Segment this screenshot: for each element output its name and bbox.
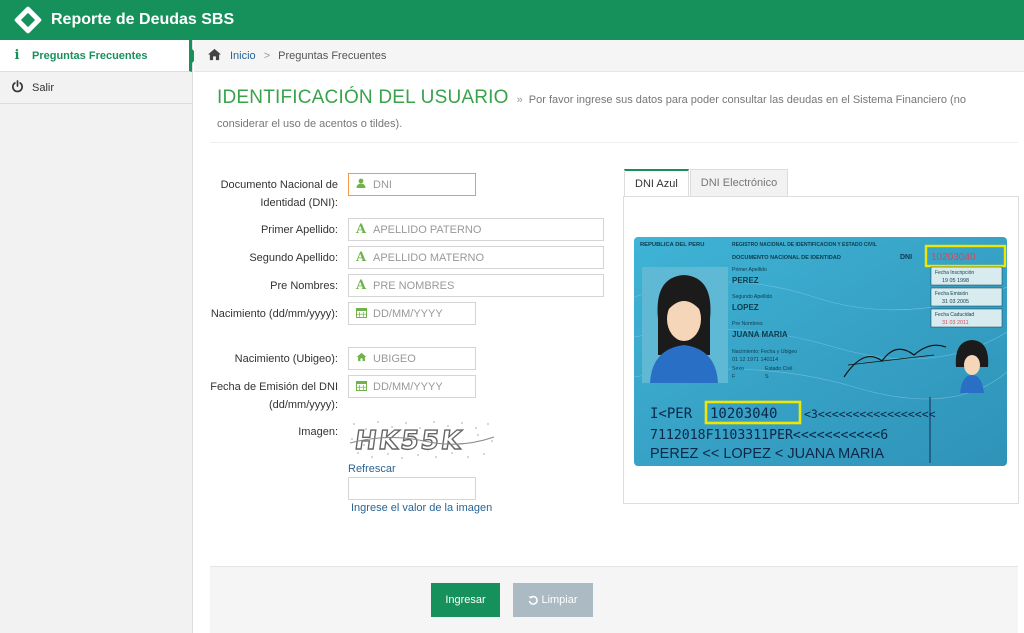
refresh-captcha-link[interactable]: Refrescar	[348, 463, 396, 475]
tab-dni-azul[interactable]: DNI Azul	[624, 169, 689, 197]
sidebar-item-salir[interactable]: Salir	[0, 72, 192, 104]
card-segundo-apellido: LOPEZ	[732, 303, 759, 312]
card-photo	[642, 267, 728, 383]
dni-card-image: REPUBLICA DEL PERU REGISTRO NACIONAL DE …	[633, 237, 1008, 466]
card-header-left: REPUBLICA DEL PERU	[640, 242, 704, 248]
card-doc-title: DOCUMENTO NACIONAL DE IDENTIDAD	[732, 255, 841, 261]
page-heading: IDENTIFICACIÓN DEL USUARIO» Por favor ing…	[217, 86, 1007, 136]
card-dni-label: DNI	[900, 254, 912, 261]
info-icon: i	[14, 48, 20, 63]
apellido-paterno-label: Primer Apellido:	[260, 224, 338, 236]
nacimiento-label: Nacimiento (dd/mm/yyyy):	[210, 308, 338, 320]
dni-placeholder: DNI	[373, 178, 392, 191]
card-caducidad: 31 03 2011	[942, 320, 969, 326]
nacimiento-input[interactable]: DD/MM/YYYY	[348, 302, 476, 325]
home-icon	[354, 352, 368, 365]
emision-input[interactable]: DD/MM/YYYY	[348, 375, 476, 398]
sbs-logo-icon	[13, 5, 43, 35]
card-segundo-apellido-label: Segundo Apellido	[732, 294, 772, 300]
limpiar-button[interactable]: Limpiar	[513, 583, 593, 617]
card-mrz2: 7112018F1103311PER<<<<<<<<<<<6	[650, 428, 888, 443]
card-primer-apellido: PEREZ	[732, 276, 759, 285]
captcha-hint: Ingrese el valor de la imagen	[351, 502, 493, 514]
calendar-icon	[354, 307, 368, 321]
apellido-paterno-input[interactable]: A APELLIDO PATERNO	[348, 218, 604, 241]
text-icon: A	[355, 250, 367, 265]
captcha-input[interactable]	[348, 477, 476, 500]
imagen-label: Imagen:	[298, 426, 338, 438]
card-prenombres-label: Pre Nombres	[732, 321, 763, 327]
card-inscripcion-label: Fecha Inscripción	[935, 270, 974, 276]
breadcrumb-separator: >	[263, 49, 271, 62]
power-icon	[8, 79, 26, 96]
card-mrz1-number: 10203040	[710, 406, 777, 422]
nombres-label: Pre Nombres:	[270, 280, 338, 292]
ubigeo-input[interactable]: UBIGEO	[348, 347, 476, 370]
card-inscripcion: 19 05 1998	[942, 278, 969, 284]
top-bar: Reporte de Deudas SBS	[0, 0, 1024, 40]
card-emision-label: Fecha Emisión	[935, 291, 968, 297]
apellido-materno-placeholder: APELLIDO MATERNO	[373, 251, 485, 264]
apellido-paterno-placeholder: APELLIDO PATERNO	[373, 223, 482, 236]
text-icon: A	[355, 222, 367, 237]
app-title: Reporte de Deudas SBS	[51, 11, 235, 28]
apellido-materno-label: Segundo Apellido:	[249, 252, 338, 264]
card-header-right: REGISTRO NACIONAL DE IDENTIFICACION Y ES…	[732, 242, 877, 248]
card-sexo-label: Sexo	[732, 366, 744, 372]
home-icon[interactable]	[207, 48, 222, 64]
apellido-materno-input[interactable]: A APELLIDO MATERNO	[348, 246, 604, 269]
captcha-text: HK55K	[353, 426, 465, 456]
emision-label: Fecha de Emisión del DNI (dd/mm/yyyy):	[210, 381, 338, 411]
card-dni-number: 10203040	[931, 252, 976, 263]
dni-label: Documento Nacional de Identidad (DNI):	[220, 179, 338, 209]
card-emision: 31 03 2005	[942, 299, 969, 305]
breadcrumb-home-link[interactable]: Inicio	[230, 50, 256, 62]
card-primer-apellido-label: Primer Apellido	[732, 267, 767, 273]
limpiar-label: Limpiar	[541, 594, 578, 606]
calendar-icon	[354, 380, 368, 394]
sidebar: i Preguntas Frecuentes Salir	[0, 40, 199, 633]
page-title: IDENTIFICACIÓN DEL USUARIO	[217, 87, 509, 108]
card-mrz1-prefix: I<PER	[650, 406, 693, 422]
captcha-image: HK55K	[348, 419, 496, 461]
breadcrumb-current: Preguntas Frecuentes	[278, 49, 387, 62]
card-estado-label: Estado Civil	[765, 366, 792, 372]
divider	[210, 142, 1018, 143]
ingresar-button[interactable]: Ingresar	[431, 583, 500, 617]
sidebar-item-label: Salir	[32, 81, 55, 94]
heading-arrow: »	[516, 94, 523, 106]
nombres-placeholder: PRE NOMBRES	[373, 279, 455, 292]
card-estado: S	[765, 374, 769, 380]
nacimiento-placeholder: DD/MM/YYYY	[373, 307, 443, 320]
card-mrz3: PEREZ << LOPEZ < JUANA MARIA	[650, 446, 884, 462]
card-prenombres: JUANA MARIA	[732, 330, 788, 339]
emision-placeholder: DD/MM/YYYY	[373, 380, 443, 393]
ubigeo-label: Nacimiento (Ubigeo):	[234, 353, 338, 365]
tab-dni-electronico[interactable]: DNI Electrónico	[689, 169, 789, 197]
card-caducidad-label: Fecha Caducidad	[935, 312, 974, 318]
breadcrumb: Inicio > Preguntas Frecuentes	[194, 40, 1024, 72]
user-icon	[354, 178, 368, 191]
dni-tabs: DNI Azul DNI Electrónico	[624, 169, 789, 197]
form-actions	[210, 566, 1018, 633]
nombres-input[interactable]: A PRE NOMBRES	[348, 274, 604, 297]
card-nacimiento-value: 01 12 1971 140114	[732, 357, 778, 363]
card-mrz1-rest: <3<<<<<<<<<<<<<<<<<	[804, 407, 936, 421]
undo-icon	[528, 595, 539, 605]
dni-input[interactable]: DNI	[348, 173, 476, 196]
text-icon: A	[355, 278, 367, 293]
card-nacimiento-label: Nacimiento: Fecha y Ubigeo	[732, 349, 797, 355]
ubigeo-placeholder: UBIGEO	[373, 352, 416, 365]
sidebar-item-preguntas-frecuentes[interactable]: i Preguntas Frecuentes	[0, 40, 199, 72]
sidebar-item-label: Preguntas Frecuentes	[32, 49, 148, 62]
